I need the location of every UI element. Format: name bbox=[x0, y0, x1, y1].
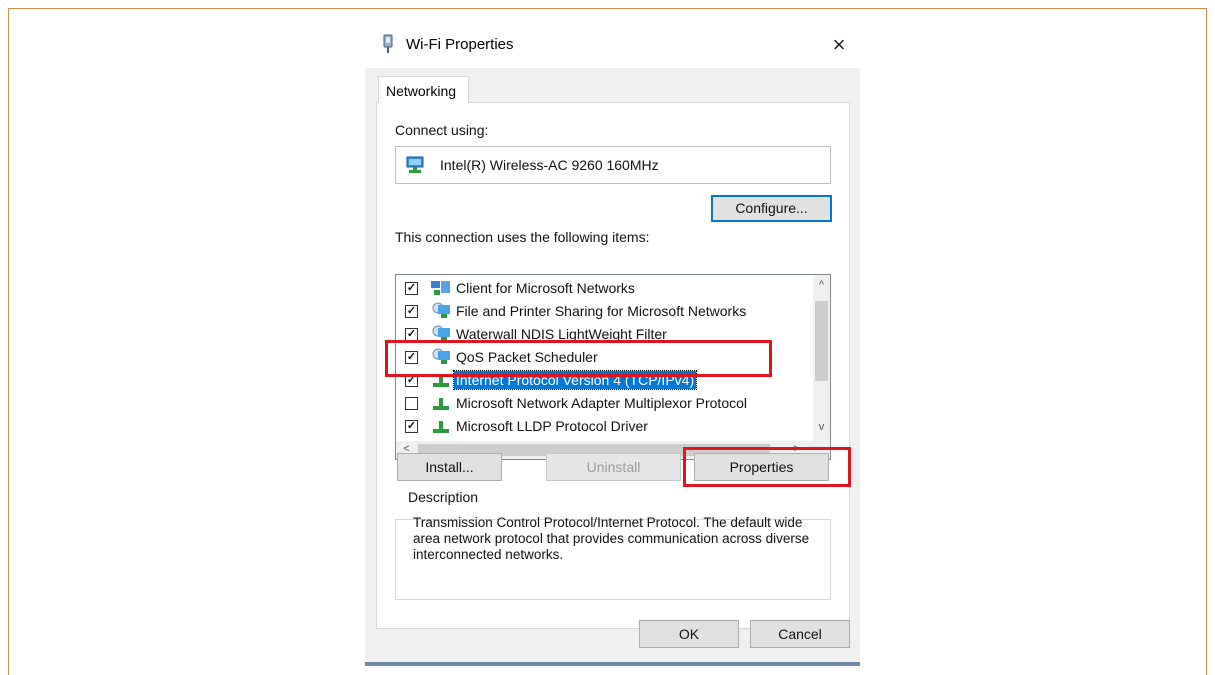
list-item-label: Client for Microsoft Networks bbox=[456, 280, 635, 296]
vertical-scrollbar[interactable]: ^ v bbox=[813, 275, 830, 441]
list-item[interactable]: Microsoft Network Adapter Multiplexor Pr… bbox=[396, 392, 816, 415]
wifi-properties-dialog: Wi-Fi Properties × Networking Connect us… bbox=[365, 22, 860, 675]
adapter-name: Intel(R) Wireless-AC 9260 160MHz bbox=[440, 157, 659, 173]
install-button[interactable]: Install... bbox=[397, 453, 502, 481]
network-client-icon bbox=[431, 281, 450, 295]
checkbox[interactable]: ✓ bbox=[405, 305, 418, 318]
uninstall-button[interactable]: Uninstall bbox=[546, 453, 681, 481]
list-item-label: Microsoft LLDP Protocol Driver bbox=[456, 418, 648, 434]
connect-using-label: Connect using: bbox=[395, 122, 489, 138]
list-item[interactable]: ✓ Microsoft LLDP Protocol Driver bbox=[396, 415, 816, 438]
cancel-button[interactable]: Cancel bbox=[750, 620, 850, 648]
highlight-box-ipv4 bbox=[385, 340, 772, 377]
highlight-box-properties bbox=[683, 447, 851, 487]
tab-networking[interactable]: Networking bbox=[378, 76, 469, 103]
network-adapter-icon bbox=[383, 34, 393, 53]
network-adapter-icon bbox=[406, 156, 424, 173]
list-item-label: Microsoft Network Adapter Multiplexor Pr… bbox=[456, 395, 747, 411]
configure-button[interactable]: Configure... bbox=[711, 195, 832, 222]
checkbox[interactable]: ✓ bbox=[405, 282, 418, 295]
protocol-icon bbox=[433, 398, 449, 410]
vertical-scroll-thumb[interactable] bbox=[815, 301, 828, 381]
items-label: This connection uses the following items… bbox=[395, 229, 650, 245]
network-service-icon bbox=[432, 302, 450, 318]
title-bar: Wi-Fi Properties × bbox=[365, 22, 860, 68]
checkbox[interactable]: ✓ bbox=[405, 420, 418, 433]
scroll-down-icon[interactable]: v bbox=[813, 421, 830, 433]
ok-button[interactable]: OK bbox=[639, 620, 739, 648]
list-item[interactable]: ✓ Client for Microsoft Networks bbox=[396, 277, 816, 300]
close-button[interactable]: × bbox=[825, 31, 853, 59]
dialog-title: Wi-Fi Properties bbox=[406, 36, 514, 53]
description-title: Description bbox=[405, 489, 482, 505]
checkbox[interactable] bbox=[405, 397, 418, 410]
scroll-up-icon[interactable]: ^ bbox=[813, 279, 830, 291]
bottom-margin bbox=[365, 666, 860, 675]
list-item[interactable]: ✓ File and Printer Sharing for Microsoft… bbox=[396, 300, 816, 323]
protocol-icon bbox=[433, 421, 449, 433]
list-item-label: File and Printer Sharing for Microsoft N… bbox=[456, 303, 747, 319]
adapter-field: Intel(R) Wireless-AC 9260 160MHz bbox=[395, 146, 831, 184]
description-text: Transmission Control Protocol/Internet P… bbox=[413, 515, 810, 562]
